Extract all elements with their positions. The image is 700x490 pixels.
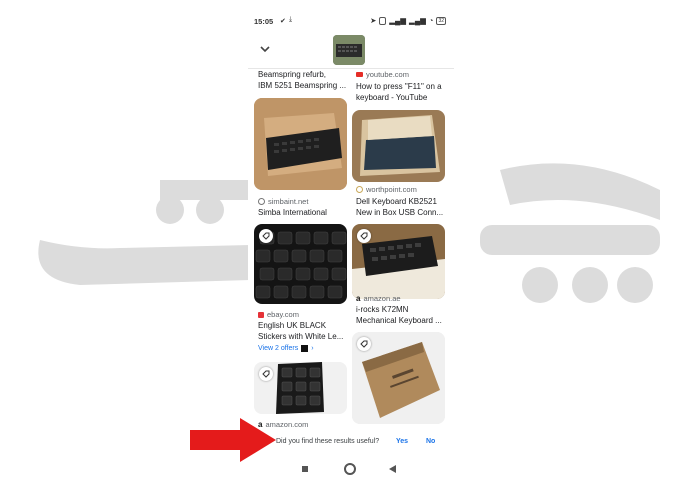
feedback-no-button[interactable]: No — [426, 438, 435, 445]
battery-icon: 32 — [436, 16, 446, 25]
download-icon: ⤓ — [289, 16, 293, 23]
recents-button[interactable] — [302, 466, 308, 472]
worthpoint-icon — [356, 186, 363, 193]
status-icons: ➤ ▂▄▆ ▂▄▆ ◔ 32 — [370, 16, 446, 25]
result-title[interactable]: How to press "F11" on a keyboard - YouTu… — [356, 81, 450, 103]
result-source: a amazon.ae — [356, 294, 401, 303]
price-tag-icon — [259, 367, 273, 381]
result-source: simbaint.net — [258, 197, 308, 206]
youtube-icon — [356, 72, 363, 77]
status-bar: 15:05 ✔ ⤓ ➤ ▂▄▆ ▂▄▆ ◔ 32 — [248, 10, 454, 32]
feedback-yes-button[interactable]: Yes — [396, 438, 408, 445]
result-title[interactable]: Beamspring refurb, IBM 5251 Beamspring .… — [258, 69, 352, 91]
battery-level: 32 — [438, 17, 444, 24]
query-image-thumbnail[interactable] — [333, 35, 365, 65]
top-bar — [248, 32, 454, 70]
signal-icon: ▂▄▆ — [389, 16, 407, 25]
result-source: worthpoint.com — [356, 185, 417, 194]
result-title[interactable]: Dell Keyboard KB2521 New in Box USB Conn… — [356, 196, 450, 218]
status-time: 15:05 — [254, 17, 274, 26]
back-button[interactable] — [388, 464, 397, 474]
home-button[interactable] — [344, 463, 356, 475]
result-title[interactable]: English UK BLACK Stickers with White Le.… — [258, 320, 352, 342]
color-swatch — [301, 345, 309, 352]
red-arrow-annotation — [190, 418, 276, 462]
result-source: youtube.com — [356, 70, 409, 79]
check-icon: ✔ — [280, 18, 286, 25]
result-source: ebay.com — [258, 310, 299, 319]
system-nav-bar — [248, 462, 454, 480]
price-tag-icon — [259, 229, 273, 243]
feedback-bar: Did you find these results useful? Yes N… — [248, 432, 454, 454]
result-image[interactable] — [254, 362, 347, 414]
phone-screen: 15:05 ✔ ⤓ ➤ ▂▄▆ ▂▄▆ ◔ 32 Beamspring refu… — [248, 10, 454, 480]
feedback-question: Did you find these results useful? — [276, 438, 380, 445]
chevron-right-icon: › — [311, 345, 314, 352]
chevron-down-icon[interactable] — [258, 42, 272, 56]
amazon-icon: a — [356, 294, 361, 303]
wifi-icon: ◔ — [428, 16, 434, 25]
result-image[interactable] — [254, 224, 347, 304]
ebay-icon — [258, 311, 264, 318]
result-image[interactable] — [254, 98, 347, 190]
price-tag-icon — [357, 229, 371, 243]
result-image[interactable] — [352, 332, 445, 424]
view-offers-link[interactable]: View 2 offers › — [258, 345, 314, 352]
location-icon: ➤ — [370, 16, 377, 25]
result-image[interactable] — [352, 224, 445, 299]
globe-icon — [258, 198, 265, 205]
result-title[interactable]: Simba International — [258, 207, 352, 218]
result-image[interactable] — [352, 110, 445, 182]
signal2-icon: ▂▄▆ — [409, 16, 426, 25]
volte-icon — [379, 16, 387, 25]
price-tag-icon — [357, 337, 371, 351]
result-title[interactable]: i-rocks K72MN Mechanical Keyboard ... — [356, 304, 450, 326]
